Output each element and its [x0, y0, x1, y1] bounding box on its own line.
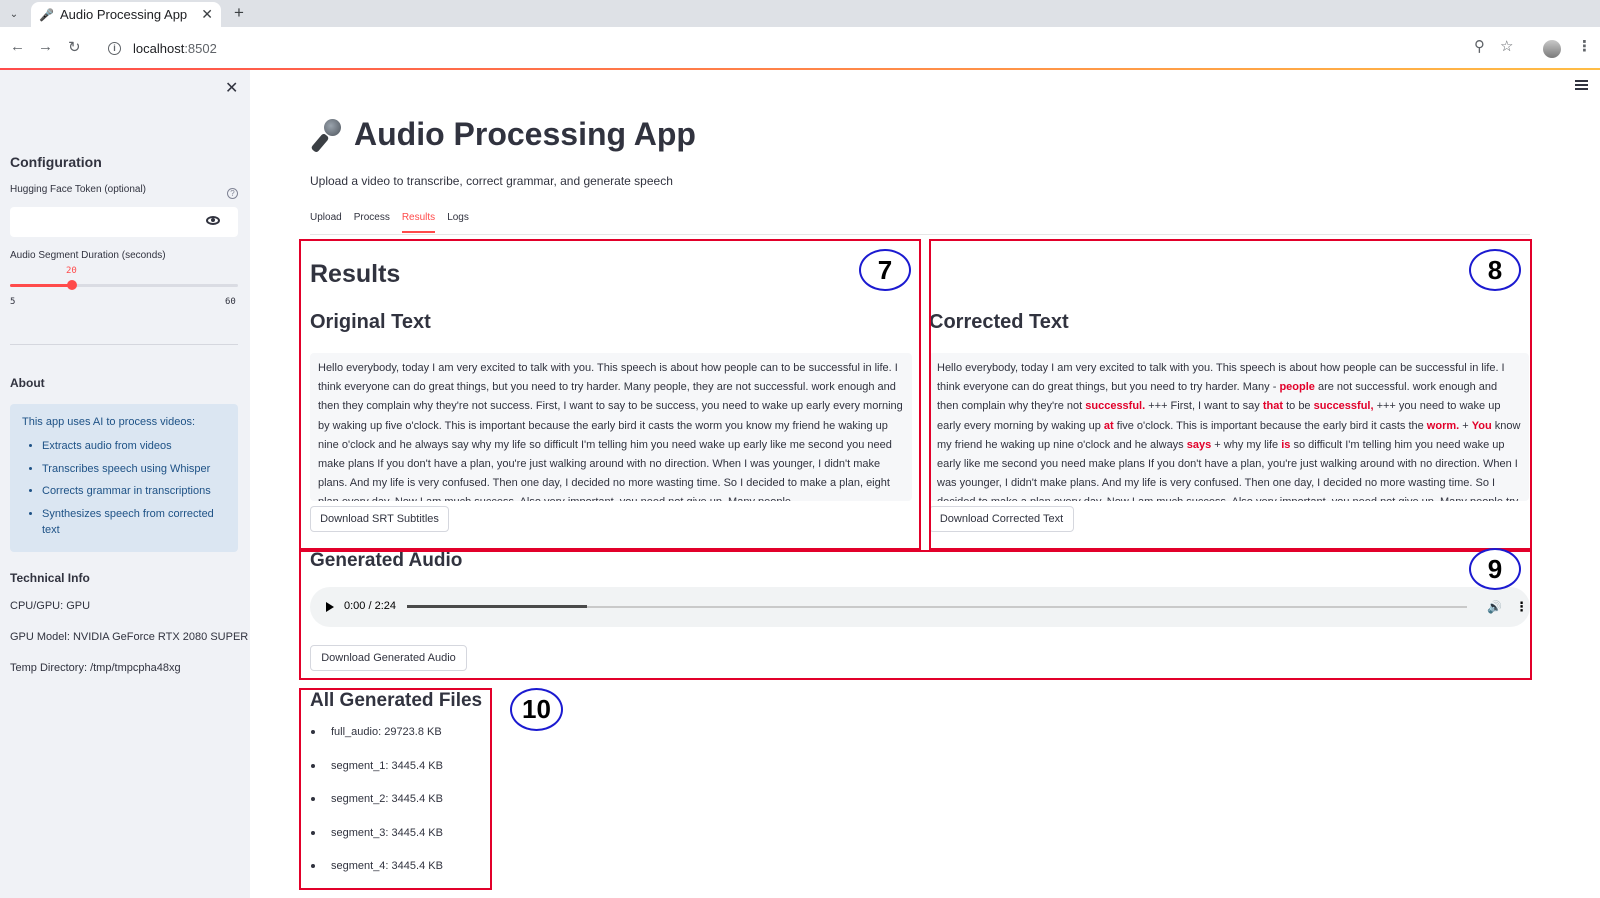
main-menu-icon[interactable]: [1575, 80, 1588, 90]
page-subtitle: Upload a video to transcribe, correct gr…: [310, 174, 673, 188]
about-item: Transcribes speech using Whisper: [42, 461, 226, 478]
annotation-label-8: 8: [1469, 249, 1521, 291]
slider-max: 60: [225, 297, 236, 307]
page-title: Audio Processing App: [310, 116, 696, 153]
new-tab-icon[interactable]: +: [234, 3, 244, 23]
microphone-icon: [310, 117, 344, 153]
browser-tab-bar: ⌄ 🎤 Audio Processing App ✕ +: [0, 0, 1600, 27]
page-title-text: Audio Processing App: [354, 116, 696, 152]
about-info-box: This app uses AI to process videos: Extr…: [10, 404, 238, 552]
slider-fill: [10, 284, 72, 287]
annotation-label-7: 7: [859, 249, 911, 291]
sidebar: ✕ Configuration Hugging Face Token (opti…: [0, 70, 250, 898]
browser-tab[interactable]: 🎤 Audio Processing App ✕: [31, 2, 221, 27]
bookmark-star-icon[interactable]: ☆: [1500, 37, 1513, 55]
annotation-label-10: 10: [510, 688, 563, 731]
segment-duration-label: Audio Segment Duration (seconds): [10, 250, 166, 261]
reload-icon[interactable]: ↻: [68, 38, 81, 56]
token-label: Hugging Face Token (optional): [10, 184, 147, 195]
temp-dir-text: Temp Directory: /tmp/tmpcpha48xg: [10, 662, 181, 674]
zoom-icon[interactable]: ⚲: [1474, 37, 1485, 55]
forward-icon[interactable]: →: [38, 38, 53, 55]
address-bar[interactable]: i localhost:8502: [98, 33, 1482, 63]
favicon-icon: 🎤: [39, 7, 54, 22]
tab-search-icon[interactable]: ⌄: [5, 5, 23, 23]
annotation-box-8: [929, 239, 1532, 550]
tab-bar: Upload Process Results Logs: [310, 212, 481, 233]
about-heading: About: [10, 376, 45, 390]
annotation-box-9: [299, 550, 1532, 680]
tab-process[interactable]: Process: [354, 212, 390, 233]
about-intro: This app uses AI to process videos:: [22, 416, 196, 428]
back-icon[interactable]: ←: [10, 38, 25, 55]
browser-menu-icon[interactable]: ⋮: [1577, 37, 1592, 55]
tab-title: Audio Processing App: [59, 7, 188, 22]
cpu-gpu-text: CPU/GPU: GPU: [10, 600, 91, 612]
tab-divider: [310, 234, 1530, 235]
url-host: localhost: [133, 40, 185, 56]
about-list: Extracts audio from videos Transcribes s…: [22, 438, 226, 539]
about-item: Synthesizes speech from corrected text: [42, 506, 226, 539]
config-heading: Configuration: [10, 154, 102, 170]
annotation-box-10: [299, 688, 492, 890]
sidebar-divider: [10, 344, 238, 345]
annotation-box-7: [299, 239, 921, 550]
tab-logs[interactable]: Logs: [447, 212, 469, 233]
slider-thumb[interactable]: [67, 280, 77, 290]
token-input[interactable]: [10, 207, 238, 237]
url-port: :8502: [184, 40, 217, 56]
annotation-label-9: 9: [1469, 548, 1521, 590]
slider-min: 5: [10, 297, 16, 307]
tech-info-heading: Technical Info: [10, 571, 90, 585]
show-password-icon[interactable]: [206, 216, 220, 225]
site-info-icon[interactable]: i: [108, 41, 121, 55]
profile-avatar[interactable]: [1543, 40, 1561, 58]
gpu-model-text: GPU Model: NVIDIA GeForce RTX 2080 SUPER: [10, 631, 249, 643]
slider-value: 20: [66, 266, 77, 276]
help-icon[interactable]: ?: [227, 188, 238, 199]
sidebar-close-icon[interactable]: ✕: [225, 78, 238, 98]
about-item: Corrects grammar in transcriptions: [42, 483, 226, 500]
tab-close-icon[interactable]: ✕: [201, 6, 213, 23]
about-item: Extracts audio from videos: [42, 438, 226, 455]
tab-results[interactable]: Results: [401, 212, 436, 233]
browser-toolbar: ← → ↻ i localhost:8502 ⚲ ☆ ⋮: [0, 27, 1600, 69]
tab-upload[interactable]: Upload: [310, 212, 342, 233]
